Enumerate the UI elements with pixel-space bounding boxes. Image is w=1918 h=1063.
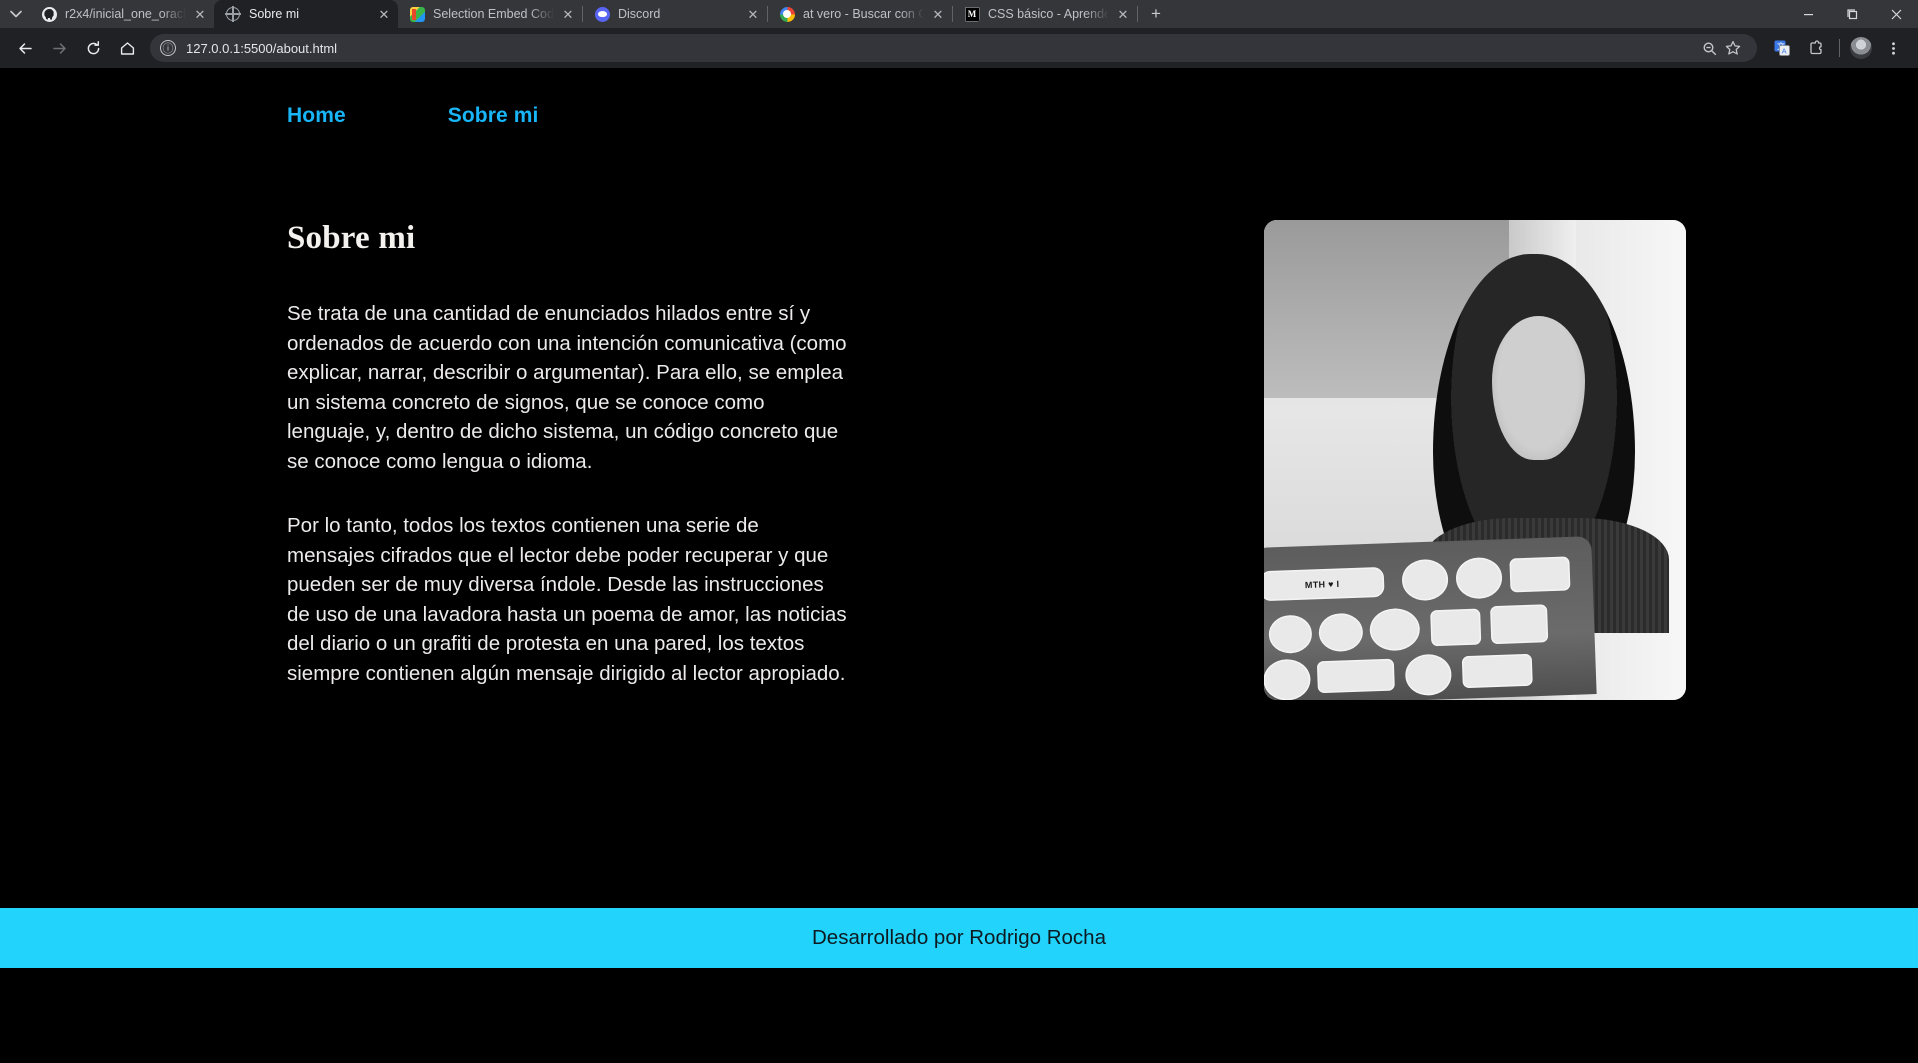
tab-search-icon[interactable] xyxy=(2,0,30,28)
back-icon[interactable] xyxy=(10,33,40,63)
tab-close-button[interactable]: ✕ xyxy=(192,6,208,22)
browser-tab[interactable]: r2x4/inicial_one_oracle_ ✕ xyxy=(30,0,214,28)
tab-title: at vero - Buscar con Goo xyxy=(803,7,924,21)
main-content: Sobre mi Se trata de una cantidad de enu… xyxy=(0,128,1918,852)
codepen-icon xyxy=(409,6,425,22)
address-bar[interactable]: ⓘ 127.0.0.1:5500/about.html xyxy=(150,34,1757,62)
laptop-with-stickers: MTH ♥ I xyxy=(1264,535,1596,700)
browser-tab[interactable]: Discord ✕ xyxy=(583,0,767,28)
profile-photo: MTH ♥ I xyxy=(1264,220,1686,700)
extensions-puzzle-icon[interactable] xyxy=(1801,33,1831,63)
zoom-icon[interactable] xyxy=(1697,36,1721,60)
three-dot-menu-icon[interactable] xyxy=(1878,33,1908,63)
translate-extension-icon[interactable]: 文 A xyxy=(1767,33,1797,63)
github-icon xyxy=(41,6,57,22)
discord-icon xyxy=(594,6,610,22)
tab-title: Sobre mi xyxy=(249,7,300,21)
close-button[interactable] xyxy=(1874,0,1918,28)
nav-link-sobre-mi[interactable]: Sobre mi xyxy=(448,104,539,128)
tab-title: Discord xyxy=(618,7,661,21)
footer-text: Desarrollado por Rodrigo Rocha xyxy=(812,926,1106,949)
star-icon[interactable] xyxy=(1721,36,1745,60)
minimize-button[interactable] xyxy=(1786,0,1830,28)
svg-text:A: A xyxy=(1782,46,1787,55)
browser-tab-active[interactable]: Sobre mi ✕ xyxy=(214,0,398,28)
window-controls xyxy=(1786,0,1918,28)
google-icon xyxy=(779,6,795,22)
about-section: Sobre mi Se trata de una cantidad de enu… xyxy=(287,220,847,688)
about-paragraph-2: Por lo tanto, todos los textos contienen… xyxy=(287,514,847,685)
photo-column: MTH ♥ I xyxy=(1264,220,1686,700)
tab-strip: r2x4/inicial_one_oracle_ ✕ Sobre mi ✕ Se… xyxy=(0,0,1918,28)
tab-title: CSS básico - Aprende des xyxy=(988,7,1109,21)
about-paragraph-1: Se trata de una cantidad de enunciados h… xyxy=(287,302,847,473)
reload-icon[interactable] xyxy=(78,33,108,63)
nav-link-home[interactable]: Home xyxy=(287,104,346,128)
browser-tab[interactable]: Selection Embed Code - ✕ xyxy=(398,0,582,28)
browser-tab[interactable]: at vero - Buscar con Goo ✕ xyxy=(768,0,952,28)
toolbar-right-actions: 文 A xyxy=(1765,33,1910,63)
forward-icon[interactable] xyxy=(44,33,74,63)
page-bottom-spacer xyxy=(0,968,1918,1063)
tab-close-button[interactable]: ✕ xyxy=(930,6,946,22)
laptop-sticker-text: MTH ♥ I xyxy=(1264,568,1383,600)
tab-close-button[interactable]: ✕ xyxy=(1115,6,1131,22)
browser-window: r2x4/inicial_one_oracle_ ✕ Sobre mi ✕ Se… xyxy=(0,0,1918,1063)
globe-icon xyxy=(225,6,241,22)
tab-title: Selection Embed Code - xyxy=(433,7,554,21)
site-navigation: Home Sobre mi xyxy=(0,68,1918,128)
page-title: Sobre mi xyxy=(287,220,416,256)
home-icon[interactable] xyxy=(112,33,142,63)
page-viewport: Home Sobre mi Sobre mi Se trata de una c… xyxy=(0,68,1918,1063)
new-tab-button[interactable]: + xyxy=(1142,0,1170,28)
mdn-icon: M xyxy=(964,6,980,22)
tab-title: r2x4/inicial_one_oracle_ xyxy=(65,7,186,21)
maximize-button[interactable] xyxy=(1830,0,1874,28)
browser-tab[interactable]: M CSS básico - Aprende des ✕ xyxy=(953,0,1137,28)
tab-close-button[interactable]: ✕ xyxy=(745,6,761,22)
web-page: Home Sobre mi Sobre mi Se trata de una c… xyxy=(0,68,1918,1063)
url-text: 127.0.0.1:5500/about.html xyxy=(186,40,338,56)
profile-avatar[interactable] xyxy=(1850,37,1872,59)
site-footer: Desarrollado por Rodrigo Rocha xyxy=(0,908,1918,968)
mdn-icon-letter: M xyxy=(964,6,980,22)
browser-toolbar: ⓘ 127.0.0.1:5500/about.html 文 A xyxy=(0,28,1918,68)
tab-close-button[interactable]: ✕ xyxy=(376,6,392,22)
tab-list: r2x4/inicial_one_oracle_ ✕ Sobre mi ✕ Se… xyxy=(30,0,1786,28)
site-info-icon[interactable]: ⓘ xyxy=(160,40,176,56)
tab-close-button[interactable]: ✕ xyxy=(560,6,576,22)
toolbar-divider xyxy=(1839,39,1840,57)
tab-divider xyxy=(1137,6,1138,22)
